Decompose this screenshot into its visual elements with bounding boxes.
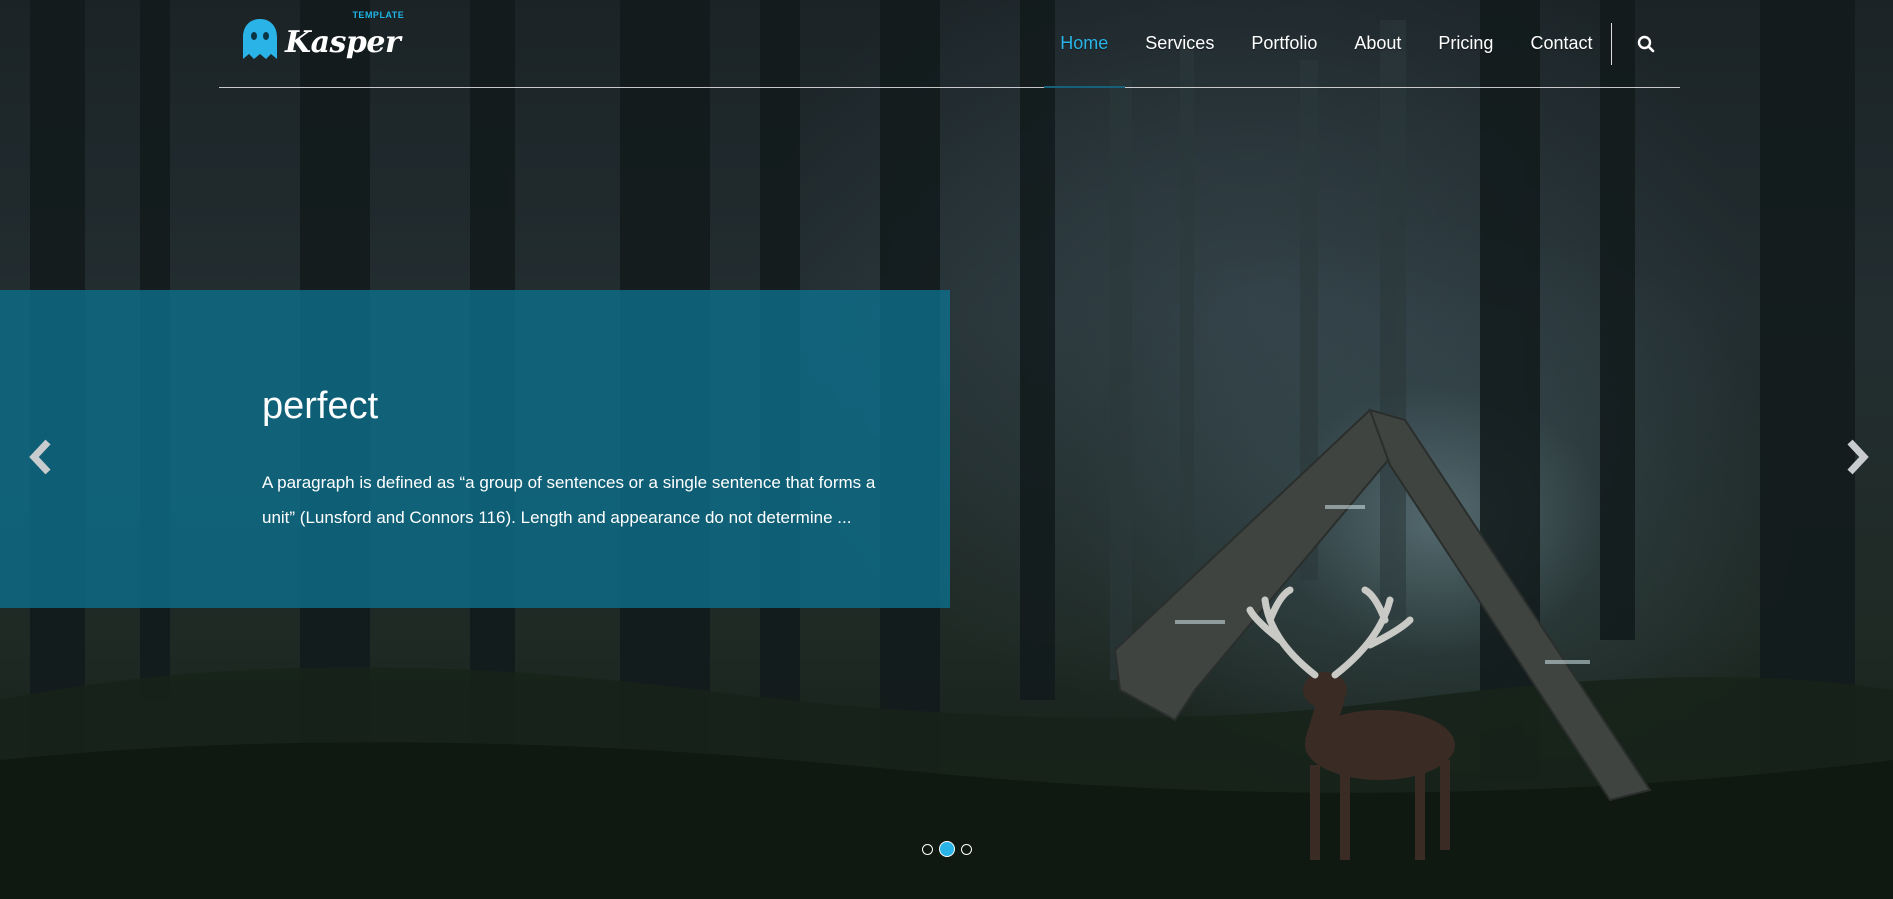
chevron-left-icon [29, 439, 51, 475]
site-header: Kasper TEMPLATE Home Services Portfolio … [219, 0, 1680, 88]
nav-item-home[interactable]: Home [1042, 0, 1127, 88]
slider-dot-1[interactable] [922, 843, 933, 855]
slider-dot-2[interactable] [939, 841, 955, 857]
chevron-right-icon [1847, 439, 1869, 475]
nav-item-services[interactable]: Services [1127, 0, 1233, 87]
hero-slider: Kasper TEMPLATE Home Services Portfolio … [0, 0, 1893, 899]
nav-item-contact[interactable]: Contact [1512, 0, 1611, 87]
slide-title: perfect [262, 385, 379, 427]
nav-item-about[interactable]: About [1336, 0, 1420, 87]
brand-name: Kasper [285, 25, 401, 60]
main-nav: Home Services Portfolio About Pricing Co… [1042, 0, 1680, 88]
ghost-logo-icon [243, 19, 277, 59]
slider-next-button[interactable] [1840, 436, 1874, 478]
slide-text: A paragraph is defined as “a group of se… [262, 473, 876, 527]
slide-caption-panel: perfect A paragraph is defined as “a gro… [0, 290, 950, 608]
brand-tagline: TEMPLATE [352, 10, 405, 20]
slider-prev-button[interactable] [24, 436, 58, 478]
slider-indicators [922, 841, 972, 857]
slider-dot-3[interactable] [961, 843, 972, 855]
search-icon [1637, 35, 1655, 52]
nav-item-portfolio[interactable]: Portfolio [1233, 0, 1336, 87]
brand-logo[interactable]: Kasper TEMPLATE [241, 10, 404, 64]
nav-item-pricing[interactable]: Pricing [1420, 0, 1512, 87]
search-button[interactable] [1612, 0, 1680, 87]
